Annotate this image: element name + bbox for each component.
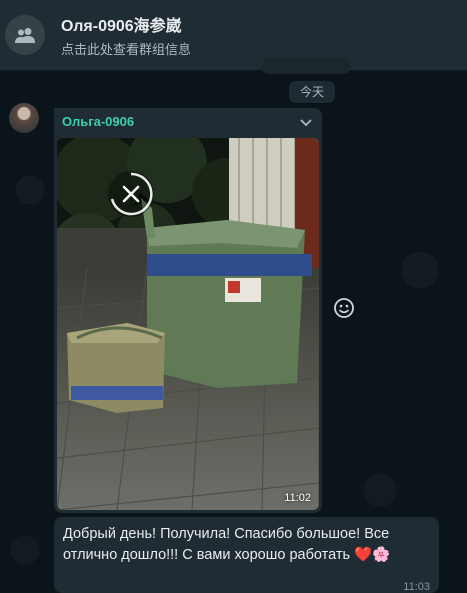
sender-name[interactable]: Ольга-0906 [62, 114, 134, 129]
text-message-bubble[interactable]: Добрый день! Получила! Спасибо большое! … [54, 517, 439, 593]
message-text: Добрый день! Получила! Спасибо большое! … [63, 526, 391, 563]
group-avatar[interactable] [5, 15, 45, 55]
previous-date-pill [262, 58, 350, 74]
group-info-hint: 点击此处查看群组信息 [61, 42, 192, 57]
group-name: Оля-0906海参崴 [61, 18, 182, 35]
chevron-down-icon[interactable] [298, 114, 314, 130]
sender-avatar[interactable] [9, 103, 39, 133]
reaction-emoji-button[interactable] [332, 296, 356, 320]
photo-timestamp: 11:02 [284, 492, 311, 504]
emoji-icon [334, 298, 354, 318]
group-icon [15, 28, 35, 43]
chat-header[interactable]: Оля-0906海参崴 点击此处查看群组信息 [0, 0, 467, 71]
message-timestamp: 11:03 [403, 581, 430, 593]
photo-attachment[interactable]: 11:02 [57, 138, 319, 510]
image-message-bubble[interactable]: Ольга-0906 11:02 [54, 108, 322, 513]
cancel-download-icon [110, 172, 153, 216]
parcel-photo [57, 138, 319, 510]
header-text[interactable]: Оля-0906海参崴 点击此处查看群组信息 [61, 12, 191, 58]
cancel-download-button[interactable] [108, 171, 154, 217]
date-separator: 今天 [289, 81, 336, 103]
